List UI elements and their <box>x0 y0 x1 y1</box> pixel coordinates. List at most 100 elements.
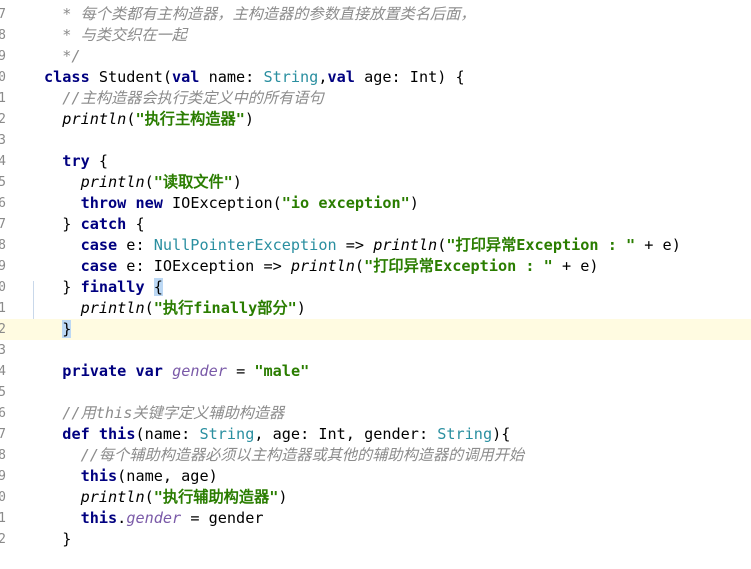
code-line[interactable]: 8 * 与类交织在一起 <box>0 25 751 46</box>
code-line[interactable] <box>0 550 751 569</box>
code-token: ) <box>244 110 255 128</box>
code-token: ) <box>296 299 306 317</box>
code-line[interactable]: 8 //每个辅助构造器必须以主构造器或其他的辅助构造器的调用开始 <box>0 445 751 466</box>
code-line[interactable]: 3 <box>0 340 751 361</box>
code-token: { <box>153 278 163 296</box>
code-text: try { <box>44 151 108 172</box>
code-token: //用this关键字定义辅助构造器 <box>44 404 285 422</box>
code-token: //每个辅助构造器必须以主构造器或其他的辅助构造器的调用开始 <box>44 446 525 464</box>
code-token: (name: <box>135 425 200 443</box>
line-number: 5 <box>0 385 6 400</box>
code-token: "io exception" <box>281 194 410 212</box>
line-number: 4 <box>0 364 6 379</box>
code-line[interactable]: 4 private var gender = "male" <box>0 361 751 382</box>
code-line[interactable]: 7 def this(name: String, age: Int, gende… <box>0 424 751 445</box>
code-token: gender <box>172 362 227 380</box>
line-number: 2 <box>0 532 6 547</box>
line-number: 2 <box>0 322 6 337</box>
code-token: { <box>89 152 109 170</box>
code-token: case <box>80 257 118 275</box>
code-token: this <box>98 425 136 443</box>
code-line[interactable]: 3 <box>0 130 751 151</box>
code-token: "读取文件" <box>153 173 233 191</box>
code-token: * 与类交织在一起 <box>44 26 187 44</box>
line-number: 3 <box>0 133 6 148</box>
code-line[interactable]: 0 } finally { <box>0 277 751 298</box>
code-line[interactable]: 9 case e: IOException => println("打印异常Ex… <box>0 256 751 277</box>
code-token: ){ <box>492 425 511 443</box>
code-text: //主构造器会执行类定义中的所有语句 <box>44 88 323 109</box>
code-token: */ <box>44 47 81 65</box>
code-text: this(name, age) <box>44 466 218 487</box>
code-line[interactable]: 6 //用this关键字定义辅助构造器 <box>0 403 751 424</box>
code-line[interactable]: 0 class Student(val name: String,val age:… <box>0 67 751 88</box>
line-number: 3 <box>0 343 6 358</box>
code-token: + e) <box>552 257 599 275</box>
code-token: println <box>62 110 127 128</box>
code-editor[interactable]: 7 * 每个类都有主构造器，主构造器的参数直接放置类名后面， 8 * 与类交织在一… <box>0 0 751 569</box>
code-line[interactable]: 1 println("执行finally部分") <box>0 298 751 319</box>
line-number: 8 <box>0 238 6 253</box>
code-token: , <box>318 68 328 86</box>
code-line[interactable]: 9 */ <box>0 46 751 67</box>
code-text: } <box>44 529 71 550</box>
code-token: class <box>44 68 90 86</box>
code-text: //用this关键字定义辅助构造器 <box>44 403 284 424</box>
code-line[interactable]: 9 this(name, age) <box>0 466 751 487</box>
code-token: println <box>290 257 355 275</box>
code-line[interactable]: 8 case e: NullPointerException => printl… <box>0 235 751 256</box>
code-token: (name, age) <box>117 467 218 485</box>
code-text: * 与类交织在一起 <box>44 25 187 46</box>
code-token: ( <box>144 488 154 506</box>
code-line[interactable]: 5 <box>0 382 751 403</box>
code-line[interactable]: 6 throw new IOException("io exception") <box>0 193 751 214</box>
line-number: 4 <box>0 154 6 169</box>
code-token: String <box>437 425 493 443</box>
line-number: 2 <box>0 112 6 127</box>
code-line[interactable]: 7 * 每个类都有主构造器，主构造器的参数直接放置类名后面， <box>0 4 751 25</box>
code-token: try <box>62 152 90 170</box>
code-token: "执行辅助构造器" <box>153 488 279 506</box>
line-number: 7 <box>0 217 6 232</box>
code-line[interactable]: 5 println("读取文件") <box>0 172 751 193</box>
line-number: 0 <box>0 490 6 505</box>
code-line[interactable]: 7 } catch { <box>0 214 751 235</box>
code-text: } <box>44 319 72 340</box>
code-token: = gender <box>181 509 264 527</box>
line-number: 9 <box>0 469 6 484</box>
code-token: String <box>199 425 255 443</box>
code-text: //每个辅助构造器必须以主构造器或其他的辅助构造器的调用开始 <box>44 445 525 466</box>
code-line[interactable]: 4 try { <box>0 151 751 172</box>
code-token: name: <box>199 68 264 86</box>
code-token: } <box>62 320 72 338</box>
line-number: 7 <box>0 427 6 442</box>
line-number: 1 <box>0 511 6 526</box>
code-token: new <box>135 194 163 212</box>
code-token: * 每个类都有主构造器，主构造器的参数直接放置类名后面， <box>44 5 476 23</box>
code-line[interactable]: 1 //主构造器会执行类定义中的所有语句 <box>0 88 751 109</box>
line-number: 8 <box>0 28 6 43</box>
code-token: ( <box>437 236 447 254</box>
code-line[interactable]: 2 } <box>0 529 751 550</box>
code-line[interactable]: 1 this.gender = gender <box>0 508 751 529</box>
line-number: 0 <box>0 70 6 85</box>
code-token: ) <box>232 173 242 191</box>
code-line[interactable]: 2 } <box>0 319 751 340</box>
code-text: case e: NullPointerException => println(… <box>44 235 681 256</box>
code-token: "执行主构造器" <box>135 110 245 128</box>
code-line[interactable]: 2 println("执行主构造器") <box>0 109 751 130</box>
code-text: throw new IOException("io exception") <box>44 193 419 214</box>
line-number: 9 <box>0 259 6 274</box>
code-token: gender <box>126 509 182 527</box>
code-text: def this(name: String, age: Int, gender:… <box>44 424 510 445</box>
code-token: this <box>80 467 118 485</box>
code-token: ( <box>144 173 154 191</box>
code-line[interactable]: 0 println("执行辅助构造器") <box>0 487 751 508</box>
